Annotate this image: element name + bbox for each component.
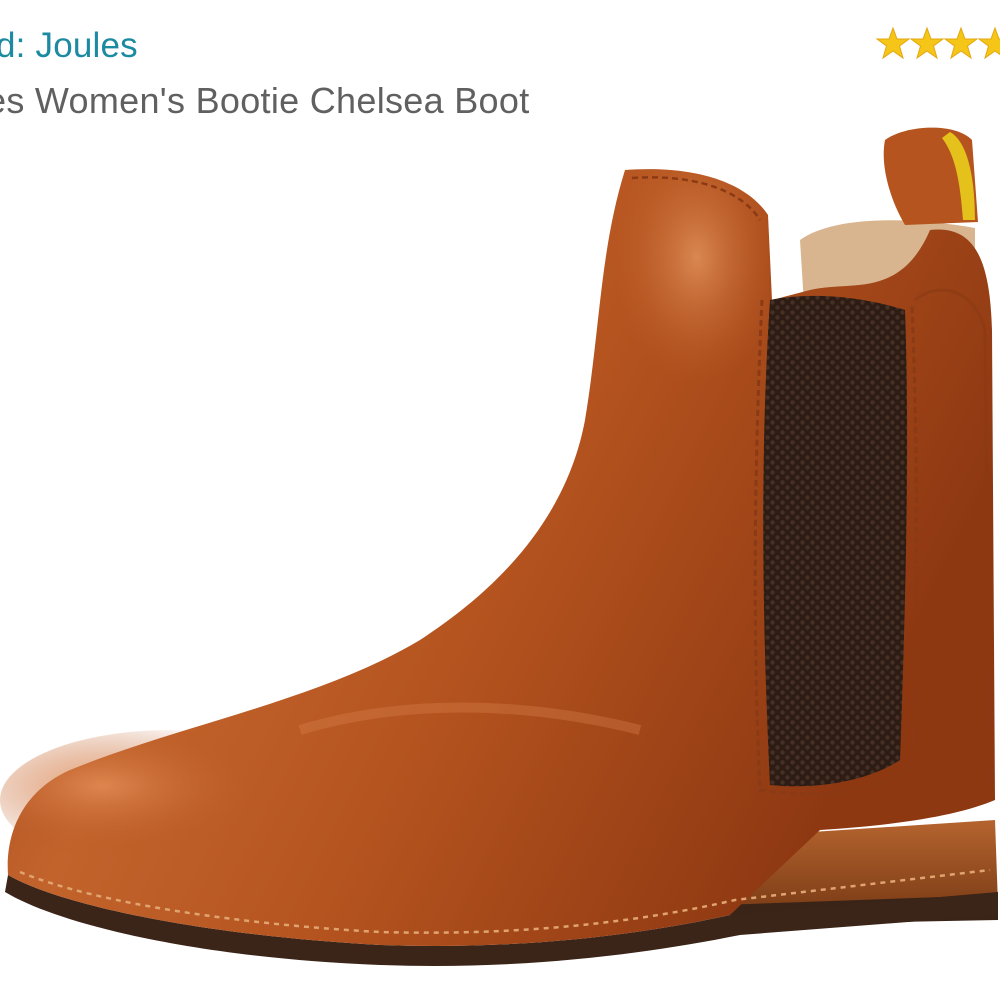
- star-icon: [876, 26, 911, 60]
- star-icon: [909, 26, 945, 60]
- star-icon: [943, 26, 979, 60]
- brand-link[interactable]: d: Joules: [0, 26, 138, 66]
- product-title: es Women's Bootie Chelsea Boot: [0, 80, 530, 121]
- chelsea-boot-image: [0, 127, 998, 966]
- star-rating[interactable]: [876, 24, 1000, 68]
- star-icon: [977, 26, 1000, 60]
- star-rating-icons: [876, 26, 1000, 60]
